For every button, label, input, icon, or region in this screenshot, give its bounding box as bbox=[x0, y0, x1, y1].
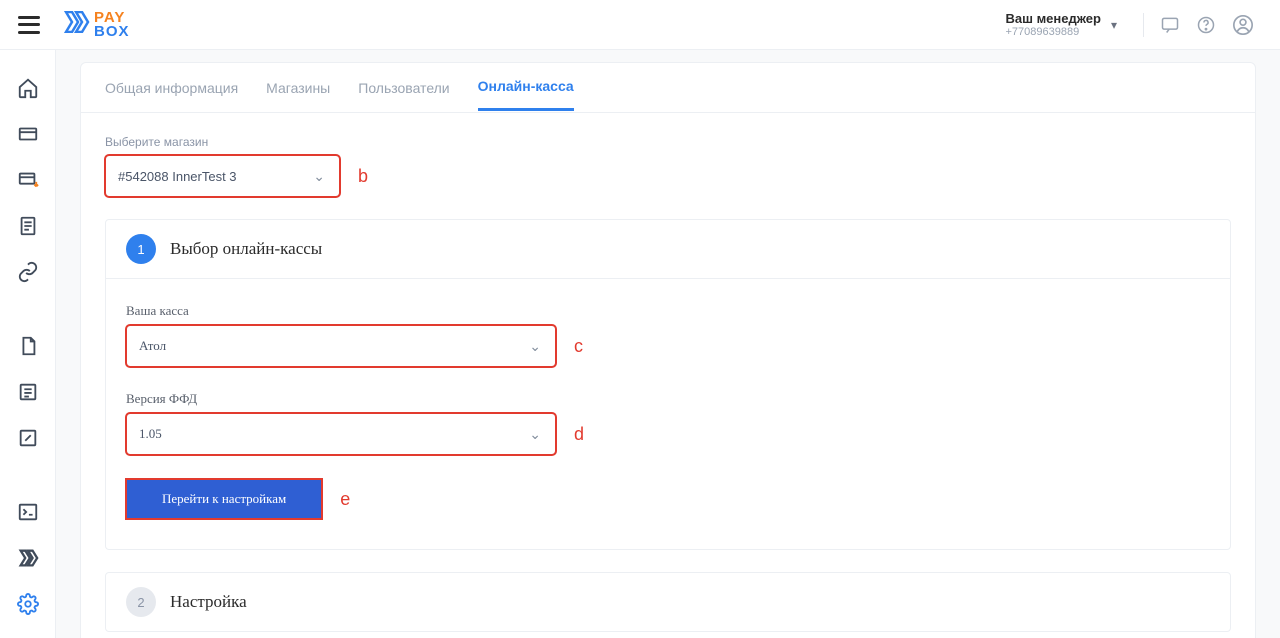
annotation-b: b bbox=[358, 166, 368, 187]
goto-settings-button[interactable]: Перейти к настройкам bbox=[126, 479, 322, 519]
help-icon[interactable] bbox=[1196, 15, 1216, 35]
step2-title: Настройка bbox=[170, 592, 247, 612]
kassa-value: Атол bbox=[139, 338, 166, 354]
menu-toggle[interactable] bbox=[18, 16, 40, 34]
ffd-select[interactable]: 1.05 ⌄ bbox=[126, 413, 556, 455]
kassa-select[interactable]: Атол ⌄ bbox=[126, 325, 556, 367]
ffd-value: 1.05 bbox=[139, 426, 162, 442]
store-select-value: #542088 InnerTest 3 bbox=[118, 169, 237, 184]
chat-icon[interactable] bbox=[1160, 15, 1180, 35]
annotation-e: e bbox=[340, 489, 350, 510]
nav-home-icon[interactable] bbox=[16, 76, 40, 100]
step2-header[interactable]: 2 Настройка bbox=[106, 573, 1230, 631]
step1-number: 1 bbox=[126, 234, 156, 264]
nav-terminal-icon[interactable] bbox=[16, 500, 40, 524]
nav-card-down-icon[interactable] bbox=[16, 168, 40, 192]
logo[interactable]: PAY BOX bbox=[64, 9, 130, 40]
nav-list-icon[interactable] bbox=[16, 380, 40, 404]
manager-dropdown[interactable]: Ваш менеджер +77089639889 ▾ bbox=[1006, 11, 1118, 38]
step1-title: Выбор онлайн-кассы bbox=[170, 239, 322, 259]
logo-mark-icon bbox=[64, 9, 90, 40]
step1-header: 1 Выбор онлайн-кассы bbox=[106, 220, 1230, 279]
manager-phone: +77089639889 bbox=[1006, 26, 1101, 38]
nav-payout-icon[interactable] bbox=[16, 122, 40, 146]
nav-link-icon[interactable] bbox=[16, 260, 40, 284]
tab-general[interactable]: Общая информация bbox=[105, 66, 238, 110]
tab-online-kassa[interactable]: Онлайн-касса bbox=[478, 64, 574, 111]
nav-edit-icon[interactable] bbox=[16, 426, 40, 450]
store-select-label: Выберите магазин bbox=[105, 135, 1231, 149]
chevron-down-icon: ⌄ bbox=[529, 338, 541, 355]
tab-users[interactable]: Пользователи bbox=[358, 66, 449, 110]
nav-settings-icon[interactable] bbox=[16, 592, 40, 616]
ffd-label: Версия ФФД bbox=[126, 391, 1210, 407]
annotation-c: c bbox=[574, 336, 583, 357]
tab-stores[interactable]: Магазины bbox=[266, 66, 330, 110]
store-select[interactable]: #542088 InnerTest 3 ⌄ bbox=[105, 155, 340, 197]
kassa-label: Ваша касса bbox=[126, 303, 1210, 319]
manager-label: Ваш менеджер bbox=[1006, 11, 1101, 26]
annotation-d: d bbox=[574, 424, 584, 445]
chevron-down-icon: ⌄ bbox=[529, 426, 541, 443]
nav-docs-icon[interactable] bbox=[16, 334, 40, 358]
nav-invoice-icon[interactable] bbox=[16, 214, 40, 238]
chevron-down-icon: ▾ bbox=[1111, 18, 1117, 32]
step2-number: 2 bbox=[126, 587, 156, 617]
logo-text-box: BOX bbox=[94, 25, 130, 39]
chevron-down-icon: ⌄ bbox=[313, 168, 325, 185]
nav-code-icon[interactable] bbox=[16, 546, 40, 570]
profile-icon[interactable] bbox=[1232, 14, 1254, 36]
